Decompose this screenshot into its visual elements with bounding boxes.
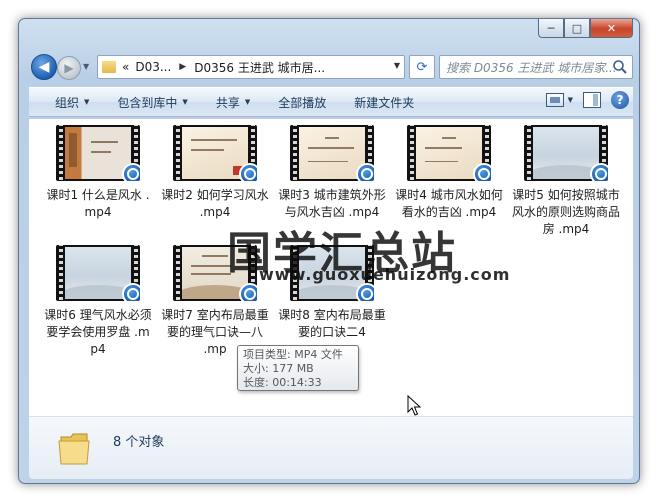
file-view[interactable]: 课时1 什么是风水 .mp4 课时2 如何学习风水 .mp4 课时3 城市建筑外… (29, 119, 633, 417)
back-button[interactable]: ◀ (31, 54, 57, 80)
video-thumbnail (407, 125, 491, 181)
tooltip-type: 项目类型: MP4 文件 (243, 348, 343, 361)
file-item[interactable]: 课时3 城市建筑外形与风水吉凶 .mp4 (277, 125, 387, 221)
media-player-icon (356, 283, 374, 301)
share-label: 共享 (215, 95, 240, 110)
chevron-right-icon[interactable]: ▶ (179, 62, 186, 72)
file-item[interactable]: 课时2 如何学习风水 .mp4 (160, 125, 270, 221)
address-bar[interactable]: « D03... ▶ D0356 王进武 城市居... ▼ (97, 55, 405, 79)
folder-icon (102, 61, 116, 73)
media-player-icon (239, 283, 257, 301)
file-name: 课时8 室内布局最重要的口诀二4 (278, 308, 386, 339)
organize-label: 组织 (55, 95, 80, 110)
caption-buttons: ─ □ ✕ (538, 19, 633, 38)
video-thumbnail (173, 125, 257, 181)
navigation-bar: ◀ ▶ ▼ « D03... ▶ D0356 王进武 城市居... ▼ ⟳ 搜索… (29, 53, 633, 83)
chevron-down-icon: ▼ (84, 98, 90, 106)
folder-icon (58, 433, 90, 465)
file-name: 课时5 如何按照城市风水的原则选购商品房 .mp4 (511, 188, 620, 236)
file-item[interactable]: 课时5 如何按照城市风水的原则选购商品房 .mp4 (511, 125, 621, 238)
file-name: 课时4 城市风水如何看水的吉凶 .mp4 (395, 188, 503, 219)
recent-pages-dropdown[interactable]: ▼ (83, 62, 89, 71)
file-name: 课时6 理气风水必须要学会使用罗盘 .mp4 (44, 308, 152, 356)
file-name: 课时1 什么是风水 .mp4 (46, 188, 150, 219)
minimize-button[interactable]: ─ (538, 19, 564, 38)
include-in-library-menu[interactable]: 包含到库中 ▼ (109, 94, 195, 111)
new-folder-button[interactable]: 新建文件夹 (346, 94, 422, 111)
details-pane: 8 个对象 (29, 417, 633, 479)
media-player-icon (590, 163, 608, 181)
explorer-window: ─ □ ✕ ◀ ▶ ▼ « D03... ▶ D0356 王进武 城市居... … (18, 18, 640, 484)
video-thumbnail (524, 125, 608, 181)
tooltip-length: 长度: 00:14:33 (243, 376, 322, 389)
share-menu[interactable]: 共享 ▼ (208, 94, 258, 111)
forward-button[interactable]: ▶ (57, 56, 81, 80)
search-placeholder: 搜索 D0356 王进武 城市居家... (446, 60, 617, 75)
organize-menu[interactable]: 组织 ▼ (47, 94, 97, 111)
chevron-down-icon: ▼ (182, 98, 188, 106)
file-item[interactable]: 课时6 理气风水必须要学会使用罗盘 .mp4 (43, 245, 153, 358)
video-thumbnail (56, 245, 140, 301)
chevron-down-icon[interactable]: ▼ (394, 61, 400, 70)
watermark-url: www.guoxuehuizong.com (259, 265, 511, 284)
refresh-icon: ⟳ (416, 59, 428, 75)
mouse-cursor-icon (407, 395, 421, 416)
media-player-icon (122, 163, 140, 181)
arrow-left-icon: ◀ (38, 59, 50, 75)
breadcrumb-item[interactable]: D0356 王进武 城市居... (194, 59, 325, 76)
media-player-icon (356, 163, 374, 181)
file-item[interactable]: 课时1 什么是风水 .mp4 (43, 125, 153, 221)
toolbar-right: ▼ ? (545, 91, 629, 109)
file-tooltip: 项目类型: MP4 文件 大小: 177 MB 长度: 00:14:33 (237, 345, 359, 391)
chevron-down-icon[interactable]: ▼ (568, 96, 573, 104)
close-button[interactable]: ✕ (590, 19, 633, 38)
refresh-button[interactable]: ⟳ (409, 55, 435, 79)
tooltip-size: 大小: 177 MB (243, 362, 314, 375)
arrow-right-icon: ▶ (64, 61, 74, 75)
file-name: 课时3 城市建筑外形与风水吉凶 .mp4 (278, 188, 386, 219)
file-item[interactable]: 课时4 城市风水如何看水的吉凶 .mp4 (394, 125, 504, 221)
help-icon[interactable]: ? (611, 91, 629, 109)
chevron-down-icon: ▼ (244, 98, 251, 106)
maximize-button[interactable]: □ (564, 19, 590, 38)
include-in-library-label: 包含到库中 (117, 95, 178, 110)
media-player-icon (473, 163, 491, 181)
play-all-button[interactable]: 全部播放 (270, 94, 334, 111)
video-thumbnail (290, 125, 374, 181)
video-thumbnail (56, 125, 140, 181)
change-view-icon[interactable] (545, 93, 564, 107)
breadcrumb-item[interactable]: D03... (135, 60, 171, 74)
media-player-icon (239, 163, 257, 181)
item-count: 8 个对象 (113, 435, 165, 450)
command-bar: 组织 ▼ 包含到库中 ▼ 共享 ▼ 全部播放 新建文件夹 ▼ ? (29, 87, 633, 117)
address-overflow[interactable]: « (122, 60, 129, 74)
file-name: 课时2 如何学习风水 .mp4 (161, 188, 269, 219)
media-player-icon (122, 283, 140, 301)
search-input[interactable]: 搜索 D0356 王进武 城市居家... (439, 55, 633, 79)
search-icon[interactable] (612, 59, 628, 75)
preview-pane-icon[interactable] (583, 92, 601, 108)
